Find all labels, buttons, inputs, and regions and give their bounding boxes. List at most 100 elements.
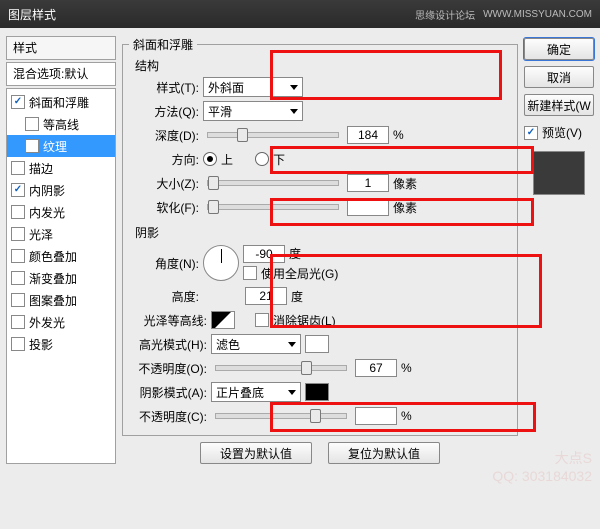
style-select[interactable]: 外斜面: [203, 77, 303, 97]
depth-slider[interactable]: [207, 132, 339, 138]
shadow-opacity-input[interactable]: [355, 407, 397, 425]
style-label: 外发光: [29, 314, 65, 331]
soften-slider[interactable]: [207, 204, 339, 210]
style-checkbox[interactable]: [11, 249, 25, 263]
direction-down-radio[interactable]: [255, 152, 269, 166]
altitude-unit: 度: [291, 288, 317, 305]
shadow-mode-label: 阴影模式(A):: [129, 384, 207, 401]
depth-input[interactable]: 184: [347, 126, 389, 144]
style-label: 内阴影: [29, 182, 65, 199]
chevron-down-icon: [290, 109, 298, 114]
technique-label: 方法(Q):: [129, 103, 199, 120]
size-unit: 像素: [393, 175, 419, 192]
style-label: 光泽: [29, 226, 53, 243]
antialias-checkbox[interactable]: [255, 313, 269, 327]
style-label: 图案叠加: [29, 292, 77, 309]
direction-up-label: 上: [221, 151, 233, 168]
shadow-opacity-slider[interactable]: [215, 413, 347, 419]
size-input[interactable]: 1: [347, 174, 389, 192]
direction-up-radio[interactable]: [203, 152, 217, 166]
bevel-emboss-group: 斜面和浮雕 结构 样式(T): 外斜面 方法(Q): 平滑: [122, 36, 518, 436]
sidebar: 样式 混合选项:默认 斜面和浮雕等高线纹理描边内阴影内发光光泽颜色叠加渐变叠加图…: [6, 36, 116, 464]
global-light-label: 使用全局光(G): [261, 265, 338, 282]
preview-swatch: [533, 151, 585, 195]
style-item-6[interactable]: 光泽: [7, 223, 115, 245]
style-item-7[interactable]: 颜色叠加: [7, 245, 115, 267]
angle-unit: 度: [289, 245, 301, 262]
make-default-button[interactable]: 设置为默认值: [200, 442, 312, 464]
blending-options[interactable]: 混合选项:默认: [6, 62, 116, 86]
style-label: 颜色叠加: [29, 248, 77, 265]
antialias-label: 消除锯齿(L): [273, 312, 336, 329]
direction-down-label: 下: [273, 151, 285, 168]
soften-label: 软化(F):: [129, 199, 199, 216]
size-label: 大小(Z):: [129, 175, 199, 192]
style-checkbox[interactable]: [11, 95, 25, 109]
style-label: 投影: [29, 336, 53, 353]
style-label: 样式(T):: [129, 79, 199, 96]
style-item-1[interactable]: 等高线: [7, 113, 115, 135]
shadow-opacity-unit: %: [401, 409, 427, 423]
style-checkbox[interactable]: [11, 271, 25, 285]
style-checkbox[interactable]: [11, 337, 25, 351]
style-checkbox[interactable]: [11, 183, 25, 197]
angle-label: 角度(N):: [129, 255, 199, 272]
preview-checkbox[interactable]: [524, 126, 538, 140]
structure-title: 结构: [135, 57, 511, 74]
direction-label: 方向:: [129, 151, 199, 168]
chevron-down-icon: [290, 85, 298, 90]
style-label: 内发光: [29, 204, 65, 221]
shadow-mode-select[interactable]: 正片叠底: [211, 382, 301, 402]
gloss-contour-label: 光泽等高线:: [129, 312, 207, 329]
style-label: 等高线: [43, 116, 79, 133]
sidebar-header: 样式: [6, 36, 116, 60]
highlight-opacity-slider[interactable]: [215, 365, 347, 371]
style-checkbox[interactable]: [11, 205, 25, 219]
reset-default-button[interactable]: 复位为默认值: [328, 442, 440, 464]
style-checkbox[interactable]: [25, 117, 39, 131]
shadow-opacity-label: 不透明度(C):: [129, 408, 207, 425]
style-item-8[interactable]: 渐变叠加: [7, 267, 115, 289]
shadow-mode-value: 正片叠底: [216, 384, 264, 401]
style-item-11[interactable]: 投影: [7, 333, 115, 355]
highlight-color-swatch[interactable]: [305, 335, 329, 353]
highlight-opacity-input[interactable]: 67: [355, 359, 397, 377]
preview-label: 预览(V): [542, 124, 582, 141]
style-item-0[interactable]: 斜面和浮雕: [7, 91, 115, 113]
forum-url: WWW.MISSYUAN.COM: [483, 9, 592, 20]
altitude-input[interactable]: 21: [245, 287, 287, 305]
gloss-contour-picker[interactable]: [211, 311, 235, 329]
global-light-checkbox[interactable]: [243, 266, 257, 280]
angle-input[interactable]: -90: [243, 245, 285, 263]
cancel-button[interactable]: 取消: [524, 66, 594, 88]
titlebar: 图层样式 思缘设计论坛 WWW.MISSYUAN.COM: [0, 0, 600, 28]
style-item-3[interactable]: 描边: [7, 157, 115, 179]
soften-unit: 像素: [393, 199, 419, 216]
style-checkbox[interactable]: [11, 293, 25, 307]
soften-input[interactable]: [347, 198, 389, 216]
technique-select[interactable]: 平滑: [203, 101, 303, 121]
style-checkbox[interactable]: [25, 139, 39, 153]
highlight-mode-select[interactable]: 滤色: [211, 334, 301, 354]
chevron-down-icon: [288, 390, 296, 395]
chevron-down-icon: [288, 342, 296, 347]
style-checkbox[interactable]: [11, 315, 25, 329]
main-panel: 斜面和浮雕 结构 样式(T): 外斜面 方法(Q): 平滑: [122, 36, 518, 464]
style-label: 斜面和浮雕: [29, 94, 89, 111]
size-slider[interactable]: [207, 180, 339, 186]
angle-wheel[interactable]: [203, 245, 239, 281]
style-item-4[interactable]: 内阴影: [7, 179, 115, 201]
style-item-9[interactable]: 图案叠加: [7, 289, 115, 311]
technique-value: 平滑: [208, 103, 232, 120]
right-column: 确定 取消 新建样式(W 预览(V): [524, 36, 594, 464]
highlight-opacity-unit: %: [401, 361, 427, 375]
style-item-5[interactable]: 内发光: [7, 201, 115, 223]
style-checkbox[interactable]: [11, 227, 25, 241]
ok-button[interactable]: 确定: [524, 38, 594, 60]
shadow-color-swatch[interactable]: [305, 383, 329, 401]
style-item-10[interactable]: 外发光: [7, 311, 115, 333]
style-checkbox[interactable]: [11, 161, 25, 175]
style-item-2[interactable]: 纹理: [7, 135, 115, 157]
new-style-button[interactable]: 新建样式(W: [524, 94, 594, 116]
style-label: 渐变叠加: [29, 270, 77, 287]
